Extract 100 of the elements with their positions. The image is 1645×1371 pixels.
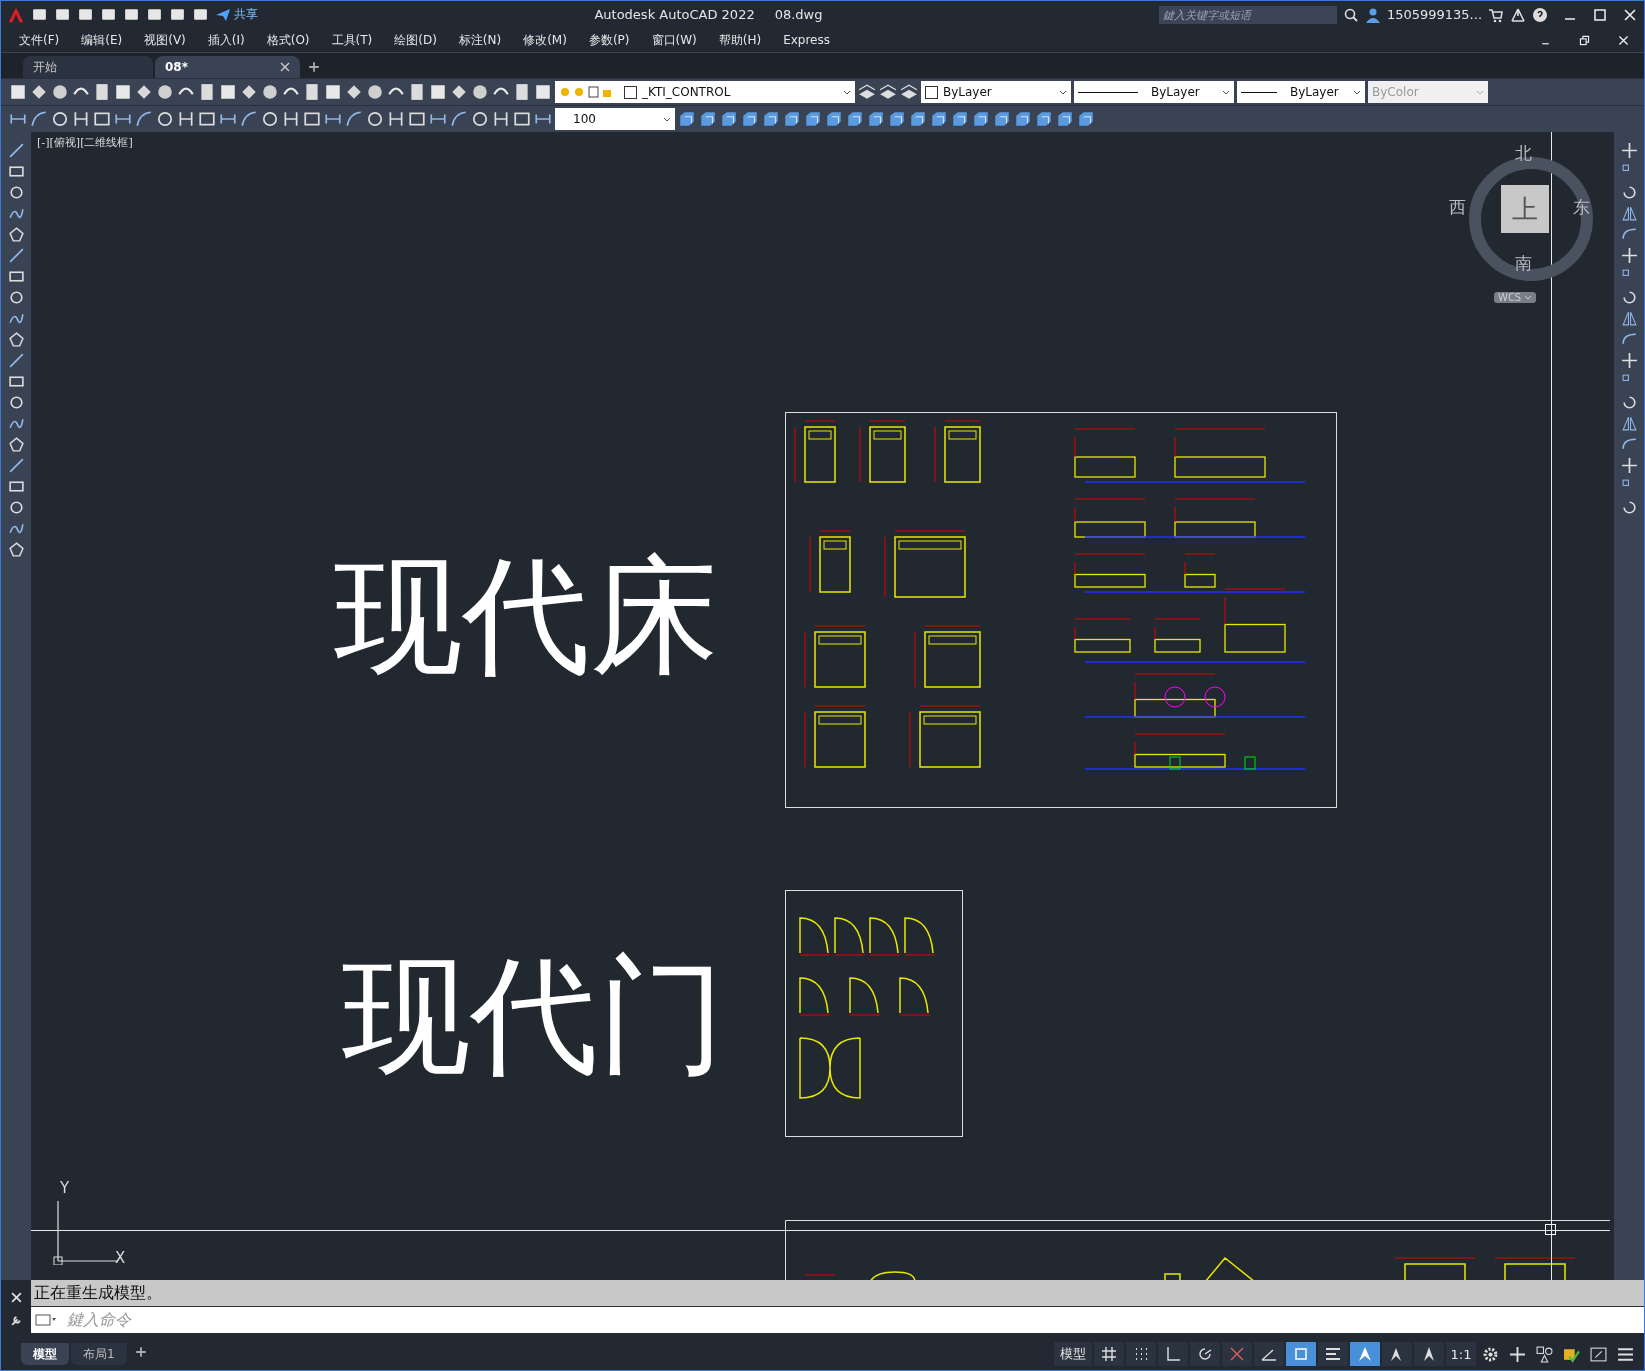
tool-icon[interactable] [471, 110, 489, 128]
draw-tool-icon[interactable] [7, 499, 25, 516]
document-tab[interactable]: 08* [155, 56, 300, 78]
help-icon[interactable] [1532, 6, 1548, 23]
quick-access-icon[interactable] [146, 6, 163, 23]
solid-tool-icon[interactable] [1014, 110, 1032, 128]
solid-tool-icon[interactable] [867, 110, 885, 128]
draw-tool-icon[interactable] [7, 247, 25, 264]
user-name[interactable]: 1505999135... [1386, 7, 1482, 22]
solid-tool-icon[interactable] [783, 110, 801, 128]
draw-tool-icon[interactable] [7, 331, 25, 348]
layout-tab[interactable]: 布局1 [71, 1343, 127, 1365]
solid-tool-icon[interactable] [699, 110, 717, 128]
tool-icon[interactable] [135, 110, 153, 128]
draw-tool-icon[interactable] [7, 478, 25, 495]
solid-tool-icon[interactable] [993, 110, 1011, 128]
quick-access-icon[interactable] [31, 6, 48, 23]
tool-icon[interactable] [72, 110, 90, 128]
draw-tool-icon[interactable] [7, 373, 25, 390]
plus-icon[interactable] [308, 61, 320, 73]
drawing-canvas[interactable]: [-][俯视][二维线框] 现代床 现代门 北 西 上 东 南 WCS Y X [31, 132, 1610, 1280]
tool-icon[interactable] [366, 110, 384, 128]
osnap-toggle[interactable] [1286, 1342, 1316, 1366]
solid-tool-icon[interactable] [825, 110, 843, 128]
tool-icon[interactable] [93, 110, 111, 128]
tool-icon[interactable] [450, 83, 468, 101]
menu-item[interactable]: 标注(N) [458, 31, 502, 49]
menu-item[interactable]: 帮助(H) [718, 31, 762, 49]
tool-icon[interactable] [513, 83, 531, 101]
menu-item[interactable]: 修改(M) [523, 31, 567, 49]
tool-icon[interactable] [198, 83, 216, 101]
tool-icon[interactable] [345, 83, 363, 101]
layout-tab[interactable]: 模型 [21, 1343, 69, 1365]
compass-label[interactable]: 西 [1449, 196, 1466, 219]
solid-tool-icon[interactable] [678, 110, 696, 128]
search-field[interactable]: 鍵入关键字或短语 [1158, 5, 1337, 24]
annoscale-toggle[interactable] [1414, 1342, 1444, 1366]
isolate-icon[interactable] [1536, 1345, 1553, 1363]
tool-icon[interactable] [51, 83, 69, 101]
solid-tool-icon[interactable] [720, 110, 738, 128]
solid-tool-icon[interactable] [972, 110, 990, 128]
annotation-scale-button[interactable]: 1:1 [1446, 1342, 1476, 1366]
tool-icon[interactable] [93, 83, 111, 101]
solid-tool-icon[interactable] [1056, 110, 1074, 128]
ortho-toggle[interactable] [1158, 1342, 1188, 1366]
scale-dropdown[interactable]: 100 [555, 108, 675, 130]
draw-tool-icon[interactable] [7, 436, 25, 453]
close-icon[interactable] [280, 62, 290, 72]
model-space-button[interactable]: 模型 [1054, 1342, 1092, 1366]
tool-icon[interactable] [156, 110, 174, 128]
menu-item[interactable]: 绘图(D) [394, 31, 437, 49]
solid-tool-icon[interactable] [930, 110, 948, 128]
compass-label[interactable]: 东 [1573, 196, 1590, 219]
polar-toggle[interactable] [1190, 1342, 1220, 1366]
maximize-icon[interactable] [1592, 6, 1608, 23]
tool-icon[interactable] [51, 110, 69, 128]
wrench-icon[interactable] [10, 1315, 22, 1326]
solid-tool-icon[interactable] [909, 110, 927, 128]
snap-toggle[interactable] [1126, 1342, 1156, 1366]
quick-access-icon[interactable] [192, 6, 209, 23]
solid-tool-icon[interactable] [762, 110, 780, 128]
tool-icon[interactable] [156, 83, 174, 101]
tool-icon[interactable] [240, 83, 258, 101]
menu-item[interactable]: 文件(F) [19, 31, 60, 49]
color-dropdown[interactable]: ByLayer [921, 81, 1071, 103]
modify-tool-icon[interactable] [1620, 415, 1638, 432]
tool-icon[interactable] [240, 110, 258, 128]
command-input[interactable]: 鍵入命令 [61, 1307, 1644, 1333]
draw-tool-icon[interactable] [7, 352, 25, 369]
quick-access-icon[interactable] [77, 6, 94, 23]
tool-icon[interactable] [408, 83, 426, 101]
tool-icon[interactable] [261, 110, 279, 128]
menu-item[interactable]: 工具(T) [331, 31, 373, 49]
layer-tool-icon[interactable] [900, 83, 918, 101]
fullscreen-icon[interactable] [1590, 1345, 1607, 1363]
search-icon[interactable] [1342, 6, 1359, 23]
lineweight-toggle[interactable] [1318, 1342, 1348, 1366]
compass-label[interactable]: 北 [1515, 142, 1532, 165]
menu-item[interactable]: Express [783, 33, 830, 47]
tool-icon[interactable] [198, 110, 216, 128]
tool-icon[interactable] [324, 83, 342, 101]
layer-tool-icon[interactable] [879, 83, 897, 101]
layer-dropdown[interactable]: _KTI_CONTROL [555, 81, 855, 103]
menu-item[interactable]: 窗口(W) [651, 31, 697, 49]
tool-icon[interactable] [282, 110, 300, 128]
menu-item[interactable]: 参数(P) [588, 31, 630, 49]
plus-icon[interactable] [134, 1345, 147, 1358]
compass-label[interactable]: 南 [1515, 252, 1532, 275]
viewport-label[interactable]: [-][俯视][二维线框] [37, 135, 133, 150]
cart-icon[interactable] [1488, 6, 1504, 23]
modify-tool-icon[interactable] [1620, 499, 1638, 516]
draw-tool-icon[interactable] [7, 142, 25, 159]
menu-item[interactable]: 编辑(E) [81, 31, 123, 49]
autoscale-toggle[interactable] [1382, 1342, 1412, 1366]
settings-icon[interactable] [1482, 1345, 1499, 1363]
tool-icon[interactable] [513, 110, 531, 128]
draw-tool-icon[interactable] [7, 394, 25, 411]
close-icon[interactable] [1617, 33, 1630, 47]
draw-tool-icon[interactable] [7, 541, 25, 558]
menu-item[interactable]: 插入(I) [207, 31, 245, 49]
